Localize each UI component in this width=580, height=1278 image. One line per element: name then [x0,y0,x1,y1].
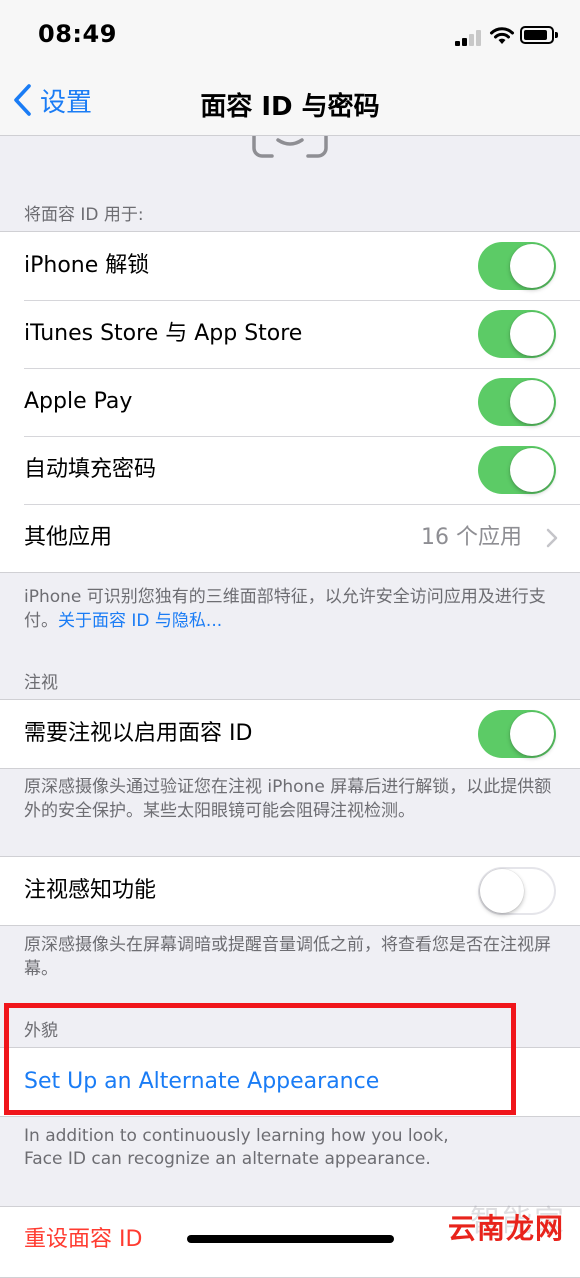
appearance-footer: In addition to continuously learning how… [24,1126,449,1169]
other-apps-count: 16 个应用 [421,525,522,550]
apple-pay-toggle[interactable] [478,378,556,426]
use-for-group: iPhone 解锁 iTunes Store 与 App Store Apple… [0,231,580,573]
navigation-bar: 设置 面容 ID 与密码 [0,64,580,136]
reset-face-id-button[interactable]: 重设面容 ID [24,1207,142,1273]
require-attention-label: 需要注视以启用面容 ID [24,721,253,746]
page-title: 面容 ID 与密码 [200,92,380,122]
wifi-icon [490,27,514,44]
use-for-footer: iPhone 可识别您独有的三维面部特征，以允许安全访问应用及进行支付。关于面容… [24,585,559,633]
face-id-icon [252,136,328,158]
require-attention-toggle[interactable] [478,710,556,758]
password-autofill-toggle[interactable] [478,446,556,494]
attention-group: 需要注视以启用面容 ID [0,699,580,769]
apple-pay-row: Apple Pay [0,368,580,436]
require-attention-footer: 原深感摄像头通过验证您在注视 iPhone 屏幕后进行解锁，以此提供额外的安全保… [24,777,552,821]
status-time: 08:49 [38,20,117,48]
itunes-app-store-label: iTunes Store 与 App Store [24,321,303,346]
status-bar: 08:49 [0,0,580,64]
attention-aware-group: 注视感知功能 [0,856,580,926]
section-header-attention: 注视 [24,673,58,693]
itunes-app-store-row: iTunes Store 与 App Store [0,300,580,368]
attention-aware-toggle[interactable] [478,867,556,915]
chevron-right-icon [546,528,558,548]
battery-icon [520,26,558,44]
password-autofill-label: 自动填充密码 [24,457,157,482]
attention-aware-row: 注视感知功能 [0,857,580,925]
attention-aware-footer: 原深感摄像头在屏幕调暗或提醒音量调低之前，将查看您是否在注视屏幕。 [24,935,551,979]
itunes-app-store-toggle[interactable] [478,310,556,358]
watermark-brand: 云南龙网 [448,1212,565,1245]
attention-aware-label: 注视感知功能 [24,878,157,903]
cellular-signal-icon [455,30,485,46]
password-autofill-row: 自动填充密码 [0,436,580,504]
iphone-unlock-row: iPhone 解锁 [0,232,580,300]
privacy-link[interactable]: 关于面容 ID 与隐私... [58,611,222,631]
other-apps-label: 其他应用 [24,525,113,550]
apple-pay-label: Apple Pay [24,389,133,414]
iphone-unlock-toggle[interactable] [478,242,556,290]
highlight-box [4,1003,516,1115]
section-header-use-for: 将面容 ID 用于: [24,205,144,225]
iphone-unlock-label: iPhone 解锁 [24,253,150,278]
home-indicator [187,1235,394,1243]
other-apps-row[interactable]: 其他应用 16 个应用 [0,504,580,572]
require-attention-row: 需要注视以启用面容 ID [0,700,580,768]
